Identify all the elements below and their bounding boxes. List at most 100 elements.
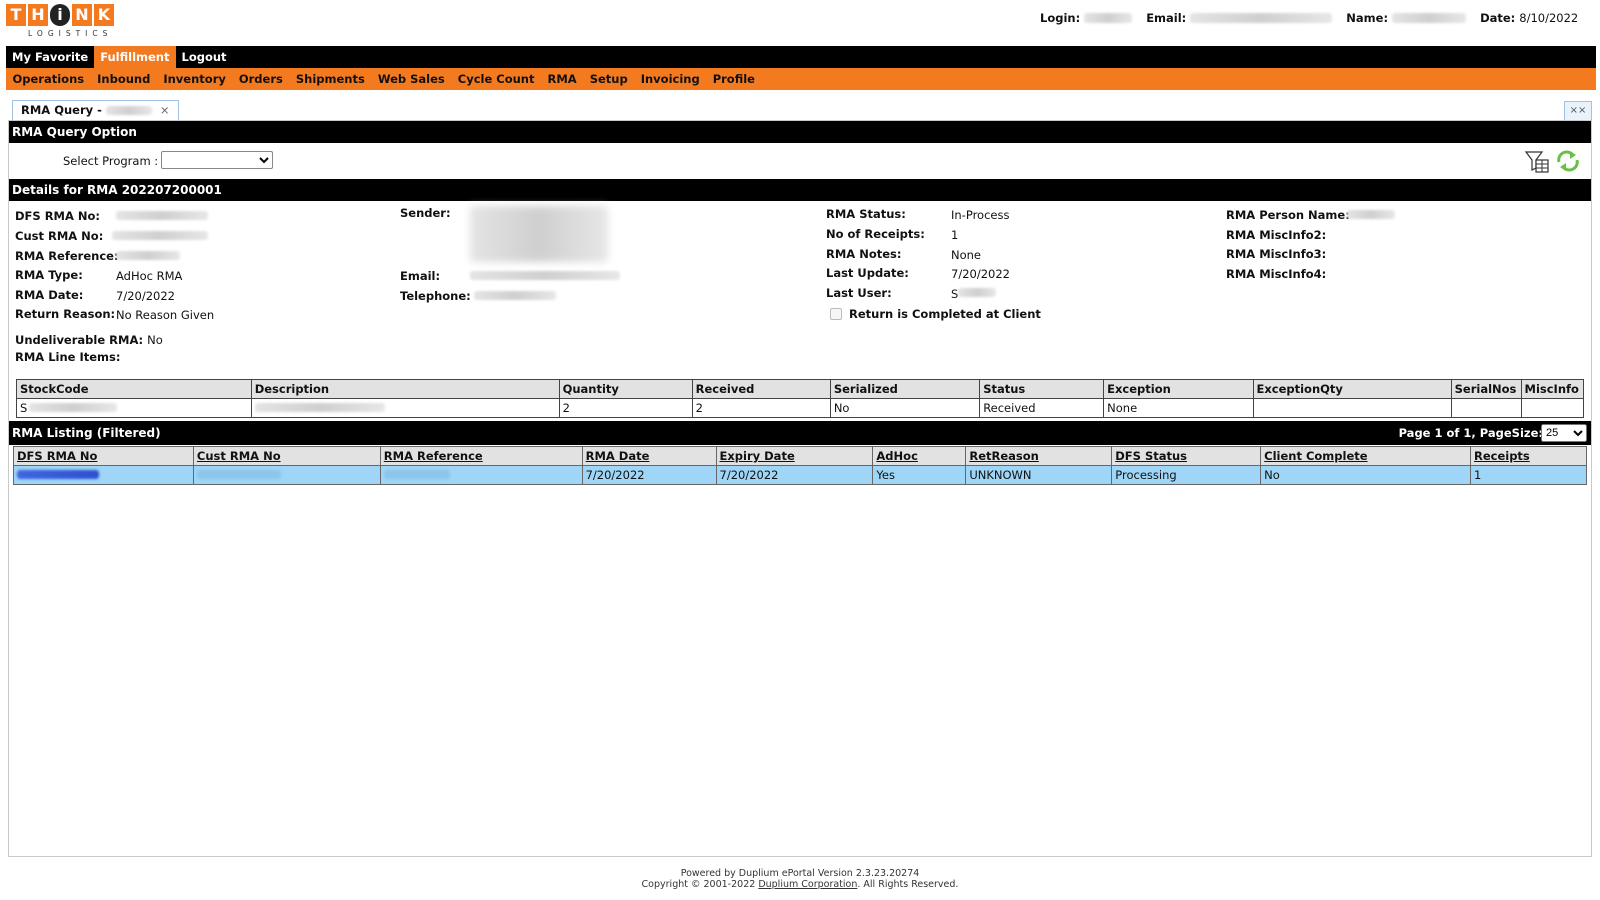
dfs-rma-no-label: DFS RMA No: [15,209,101,223]
tab-program-redacted [105,106,152,115]
subnav-inventory[interactable]: Inventory [157,68,233,90]
adhoc-cell: Yes [872,465,967,485]
rma-date-label: RMA Date: [15,288,84,302]
rma-date-value: 7/20/2022 [116,289,175,303]
logo-letter: H [28,4,48,26]
rma-type-label: RMA Type: [15,268,83,282]
dfs-status-cell: Processing [1111,465,1262,485]
receipts-value: 1 [951,228,959,242]
refresh-icon[interactable] [1555,150,1581,172]
subnav-inbound[interactable]: Inbound [91,68,157,90]
rma-notes-label: RMA Notes: [826,247,902,261]
col-serialized: Serialized [829,379,981,399]
sort-rma-reference[interactable]: RMA Reference [379,446,583,466]
sender-email-label: Email: [400,269,441,283]
cust-rma-no-redacted [196,470,281,479]
col-stockcode: StockCode [16,379,252,399]
person-name-redacted [1347,210,1395,219]
receipts-label: No of Receipts: [826,227,925,241]
sort-dfs-status[interactable]: DFS Status [1111,446,1262,466]
undeliverable-label: Undeliverable RMA: [15,333,144,347]
dfs-rma-no-cell[interactable] [13,465,194,485]
dfs-rma-no-link-redacted[interactable] [17,470,99,479]
table-row: S 2 2 No Received None [16,398,1584,418]
rma-reference-redacted [116,251,180,260]
nav-logout[interactable]: Logout [176,46,233,68]
sort-retreason[interactable]: RetReason [965,446,1113,466]
quantity-cell: 2 [558,398,693,418]
return-completed-label: Return is Completed at Client [849,307,1041,321]
return-reason-value: No Reason Given [116,308,215,322]
cust-rma-no-cell [192,465,381,485]
sender-email-redacted [470,271,620,280]
email-label: Email: [1146,11,1187,25]
cust-rma-no-redacted [112,231,208,240]
date-value: 8/10/2022 [1519,11,1579,25]
rma-reference-label: RMA Reference: [15,249,119,263]
description-redacted [254,403,385,412]
subnav-orders[interactable]: Orders [232,68,289,90]
stockcode-cell: S [16,398,252,418]
sort-cust-rma-no[interactable]: Cust RMA No [192,446,381,466]
logo-letter: N [72,4,92,26]
col-received: Received [691,379,831,399]
name-label: Name: [1346,11,1389,25]
sort-client-complete[interactable]: Client Complete [1260,446,1471,466]
subnav-invoicing[interactable]: Invoicing [634,68,706,90]
footer: Powered by Duplium ePortal Version 2.3.2… [0,868,1600,890]
page-info: Page 1 of 1, PageSize: [1398,426,1543,440]
nav-my-favorite[interactable]: My Favorite [6,46,94,68]
cust-rma-no-label: Cust RMA No: [15,229,104,243]
subnav-rma[interactable]: RMA [541,68,583,90]
client-complete-cell: No [1260,465,1471,485]
sort-rma-date[interactable]: RMA Date [581,446,717,466]
rights-text: . All Rights Reserved. [857,879,959,890]
line-items-label: RMA Line Items: [15,350,121,364]
exceptionqty-cell [1252,398,1452,418]
subnav-operations[interactable]: Operations [6,68,91,90]
subnav-shipments[interactable]: Shipments [289,68,371,90]
col-quantity: Quantity [558,379,693,399]
line-items-header-row: StockCode Description Quantity Received … [16,379,1584,399]
program-select[interactable] [161,151,273,169]
name-value-redacted [1392,13,1467,23]
top-nav: My Favorite Fulfillment Logout [6,46,1596,68]
col-exception: Exception [1103,379,1254,399]
sort-receipts[interactable]: Receipts [1469,446,1588,466]
status-cell: Received [979,398,1105,418]
misc-info4-label: RMA MiscInfo4: [1226,267,1327,281]
listing-header: RMA Listing (Filtered) Page 1 of 1, Page… [9,421,1591,445]
telephone-label: Telephone: [400,289,471,303]
miscinfo-cell [1520,398,1584,418]
last-update-value: 7/20/2022 [951,267,1010,281]
page-size-select[interactable]: 25 [1541,424,1587,442]
tab-close-icon[interactable]: × [160,101,170,120]
subnav-profile[interactable]: Profile [706,68,761,90]
return-completed-checkbox[interactable] [830,308,842,320]
receipts-cell: 1 [1469,465,1588,485]
export-excel-icon[interactable] [1524,150,1550,174]
table-row[interactable]: 7/20/2022 7/20/2022 Yes UNKNOWN Processi… [13,465,1588,485]
query-option-header: RMA Query Option [9,121,1591,143]
tab-label: RMA Query - [21,103,102,117]
sort-dfs-rma-no[interactable]: DFS RMA No [13,446,194,466]
nav-fulfillment[interactable]: Fulfillment [94,46,176,68]
subnav-web-sales[interactable]: Web Sales [371,68,451,90]
rma-type-value: AdHoc RMA [116,269,183,283]
last-user-redacted [958,288,996,297]
close-all-tabs-icon[interactable]: ×× [1564,101,1592,121]
rma-reference-cell [379,465,583,485]
stockcode-value: S [20,401,28,415]
rma-status-value: In-Process [951,208,1010,222]
select-program-label: Select Program : [63,154,159,168]
last-update-label: Last Update: [826,266,909,280]
sort-expiry-date[interactable]: Expiry Date [715,446,874,466]
duplium-link[interactable]: Duplium Corporation [758,879,857,890]
misc-info2-label: RMA MiscInfo2: [1226,228,1327,242]
sort-adhoc[interactable]: AdHoc [872,446,967,466]
logo-letter: i [50,4,70,26]
subnav-cycle-count[interactable]: Cycle Count [451,68,541,90]
logo-letter: T [6,4,26,26]
subnav-setup[interactable]: Setup [583,68,634,90]
tab-rma-query[interactable]: RMA Query - × [12,100,179,120]
